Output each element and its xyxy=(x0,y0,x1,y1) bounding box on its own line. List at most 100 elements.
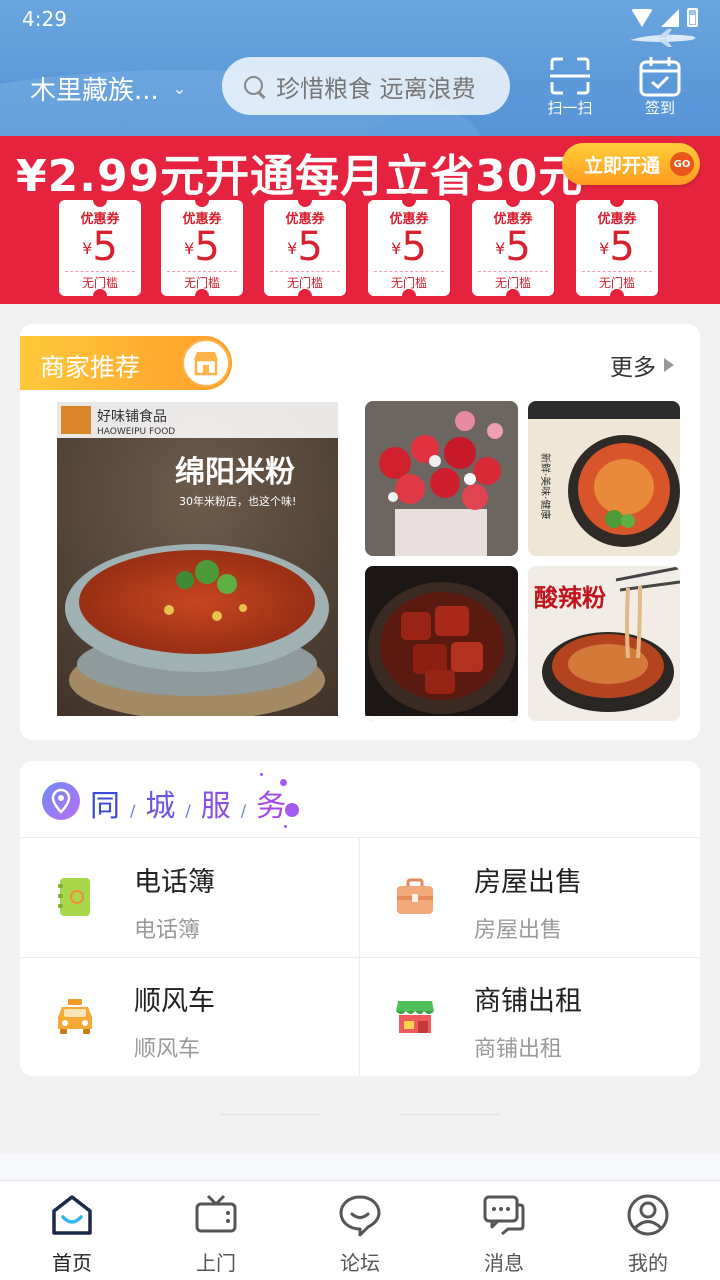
service-carpool[interactable]: 顺风车 顺风车 xyxy=(20,957,360,1076)
shop-icon xyxy=(396,1001,434,1033)
coupon-amount: 5 xyxy=(194,224,220,270)
brand-cn-text: 好味铺食品 xyxy=(97,408,167,425)
search-icon xyxy=(242,74,266,98)
nav-onsite[interactable]: 上门 xyxy=(144,1181,288,1280)
nav-profile[interactable]: 我的 xyxy=(576,1181,720,1280)
services-title: 同 / 城 / 服 / 务 xyxy=(90,789,289,824)
coupon-subtitle: 无门槛 xyxy=(374,271,444,291)
merchant-tile[interactable] xyxy=(365,401,518,556)
merchant-tile[interactable]: 新鲜·美味·健康 xyxy=(528,401,680,556)
store-icon xyxy=(182,339,230,387)
wifi-icon xyxy=(631,8,653,27)
home-icon xyxy=(52,1195,92,1235)
nav-label: 我的 xyxy=(628,1251,668,1275)
location-label: 木里藏族... xyxy=(30,76,159,106)
services-title-char: 务 xyxy=(256,789,289,824)
bottom-strip xyxy=(0,1154,720,1180)
divider xyxy=(400,1114,500,1115)
user-icon xyxy=(627,1194,669,1236)
city-services: 同 / 城 / 服 / 务 电话簿 电话簿 房屋出售 房屋出售 顺风车 顺风车 … xyxy=(20,761,700,1076)
more-label: 更多 xyxy=(610,355,656,381)
braised-pork-image xyxy=(365,566,518,721)
coupon-subtitle: 无门槛 xyxy=(478,271,548,291)
nav-label: 论坛 xyxy=(340,1251,380,1275)
coupon-card[interactable]: 优惠券 ¥5 无门槛 xyxy=(161,193,243,303)
service-desc: 电话簿 xyxy=(134,918,201,943)
decoration-dot xyxy=(284,825,287,828)
merchant-tile[interactable] xyxy=(365,566,518,721)
service-name: 房屋出售 xyxy=(474,867,582,898)
coupon-card[interactable]: 优惠券 ¥5 无门槛 xyxy=(368,193,450,303)
dish-slogan-text: 30年米粉店，也这个味! xyxy=(179,494,296,508)
bottom-navigation: 首页 上门 论坛 消息 我的 xyxy=(0,1180,720,1280)
coupon-currency: ¥ xyxy=(184,239,195,258)
header: 4:29 木里藏族... ⌄ 珍惜粮食 远离浪费 扫一扫 签到 xyxy=(0,0,720,136)
coupon-value: ¥5 xyxy=(368,227,450,269)
scan-icon xyxy=(550,57,590,95)
service-house-sale[interactable]: 房屋出售 房屋出售 xyxy=(360,838,700,957)
message-icon xyxy=(483,1195,525,1236)
nav-messages[interactable]: 消息 xyxy=(432,1181,576,1280)
services-header: 同 / 城 / 服 / 务 xyxy=(20,761,700,838)
phonebook-icon xyxy=(58,878,90,916)
triangle-right-icon xyxy=(664,358,674,372)
search-input[interactable]: 珍惜粮食 远离浪费 xyxy=(222,57,510,115)
activate-label: 立即开通 xyxy=(584,154,661,177)
service-desc: 房屋出售 xyxy=(474,918,563,943)
coupon-card[interactable]: 优惠券 ¥5 无门槛 xyxy=(264,193,346,303)
checkin-label: 签到 xyxy=(644,99,675,117)
nav-forum[interactable]: 论坛 xyxy=(288,1181,432,1280)
merchant-tile[interactable]: 酸辣粉 xyxy=(528,566,680,721)
status-bar: 4:29 xyxy=(0,0,720,36)
service-phonebook[interactable]: 电话簿 电话簿 xyxy=(20,838,360,957)
coupon-subtitle: 无门槛 xyxy=(65,271,135,291)
location-pin-icon xyxy=(42,782,80,820)
coupon-currency: ¥ xyxy=(599,239,610,258)
coupon-value: ¥5 xyxy=(264,227,346,269)
coupon-amount: 5 xyxy=(505,224,531,270)
nav-label: 上门 xyxy=(196,1251,236,1275)
decoration-dot xyxy=(280,779,287,786)
tile-caption: 酸辣粉 xyxy=(534,583,606,612)
coupon-card[interactable]: 优惠券 ¥5 无门槛 xyxy=(472,193,554,303)
coupon-currency: ¥ xyxy=(287,239,298,258)
coupon-card[interactable]: 优惠券 ¥5 无门槛 xyxy=(59,193,141,303)
service-name: 商铺出租 xyxy=(474,986,582,1017)
noodle-bowl-image: 好味铺食品 HAOWEIPU FOOD 绵阳米粉 30年米粉店，也这个味! xyxy=(57,402,338,716)
checkin-button[interactable]: 签到 xyxy=(630,56,690,118)
nav-label: 消息 xyxy=(484,1251,524,1275)
featured-merchant-photo[interactable]: 好味铺食品 HAOWEIPU FOOD 绵阳米粉 30年米粉店，也这个味! xyxy=(57,402,338,716)
coupon-subtitle: 无门槛 xyxy=(582,271,652,291)
status-time: 4:29 xyxy=(22,7,67,31)
brand-en-text: HAOWEIPU FOOD xyxy=(97,427,175,437)
go-badge: GO xyxy=(670,152,695,176)
coupon-value: ¥5 xyxy=(161,227,243,269)
activate-button[interactable]: 立即开通 GO xyxy=(562,143,700,185)
dish-name-text: 绵阳米粉 xyxy=(175,455,295,490)
hot-sour-noodles-image: 酸辣粉 xyxy=(528,566,680,721)
membership-promo-banner[interactable]: ¥2.99元开通每月立省30元 立即开通 GO 优惠券 ¥5 无门槛 优惠券 ¥… xyxy=(0,136,720,304)
coupon-value: ¥5 xyxy=(472,227,554,269)
service-shop-rent[interactable]: 商铺出租 商铺出租 xyxy=(360,957,700,1076)
merchant-recommendations: 商家推荐 更多 好味铺食品 HAOWEIPU FOOD 绵阳米粉 30年米粉店，… xyxy=(20,324,700,740)
coupon-subtitle: 无门槛 xyxy=(270,271,340,291)
briefcase-icon xyxy=(397,878,433,914)
chevron-down-icon: ⌄ xyxy=(172,79,187,98)
decoration-dot xyxy=(260,773,263,776)
search-placeholder: 珍惜粮食 远离浪费 xyxy=(276,74,476,103)
more-link[interactable]: 更多 xyxy=(610,348,674,382)
car-icon xyxy=(58,999,92,1034)
nav-home[interactable]: 首页 xyxy=(0,1181,144,1280)
service-desc: 商铺出租 xyxy=(474,1037,563,1062)
services-title-char: 同 xyxy=(90,789,122,824)
coupon-currency: ¥ xyxy=(82,239,93,258)
scan-button[interactable]: 扫一扫 xyxy=(540,56,600,118)
location-selector[interactable]: 木里藏族... ⌄ xyxy=(30,70,186,107)
airplane-icon xyxy=(630,29,696,47)
services-grid: 电话簿 电话簿 房屋出售 房屋出售 顺风车 顺风车 商铺出租 商铺出租 xyxy=(20,838,700,1076)
coupon-card[interactable]: 优惠券 ¥5 无门槛 xyxy=(576,193,658,303)
tv-icon xyxy=(195,1194,237,1233)
coupon-amount: 5 xyxy=(609,224,635,270)
cold-noodles-image: 新鲜·美味·健康 xyxy=(528,401,680,556)
divider xyxy=(220,1114,320,1115)
